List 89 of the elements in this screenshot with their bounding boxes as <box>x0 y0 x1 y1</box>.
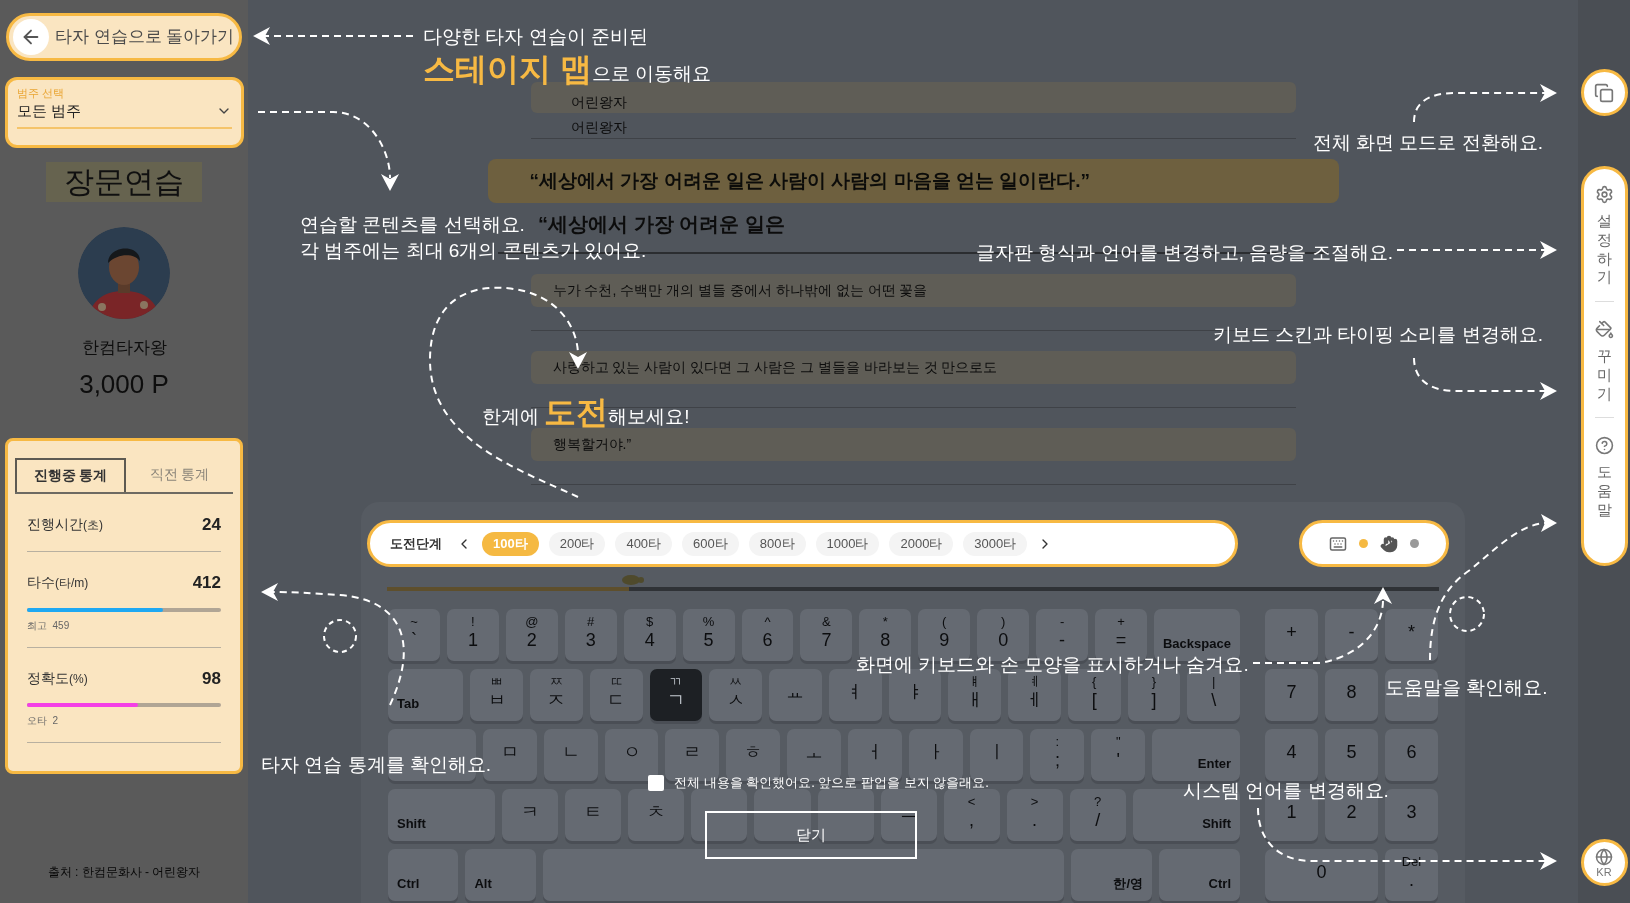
keyboard-key: % 5 <box>682 609 735 661</box>
stat-value: 98 <box>202 667 221 690</box>
keyboard-key: $ 4 <box>623 609 676 661</box>
keyboard-key: ㅃ ㅂ <box>470 669 524 721</box>
keyboard-key: ㅋ <box>502 789 559 841</box>
keyboard-key: Shift <box>388 789 496 841</box>
user-name: 한컴타자왕 <box>81 337 167 359</box>
challenge-step[interactable]: 2000타 <box>889 531 954 556</box>
guide-text: 연습할 콘텐츠를 선택해요. <box>300 213 525 237</box>
keyboard-icon[interactable] <box>1329 534 1347 553</box>
stat-label: 정확도(%) <box>27 668 88 688</box>
user-points: 3,000 P <box>79 367 169 401</box>
side-menu-item[interactable]: 도움말 <box>1594 436 1614 520</box>
keyboard-key: ? / <box>1069 789 1126 841</box>
challenge-step[interactable]: 600타 <box>682 531 739 556</box>
keyboard-key: Ctrl <box>1159 849 1240 901</box>
keyboard-key: ㅆ ㅅ <box>709 669 763 721</box>
select-label: 범주 선택 <box>16 86 65 100</box>
source-credit: 출처 : 한컴문화사 - 어린왕자 <box>47 864 201 881</box>
keyboard-key: ㅉ ㅈ <box>530 669 583 721</box>
keyboard-key: # 3 <box>564 609 617 661</box>
hand-icon[interactable] <box>1380 534 1398 553</box>
keyboard-key: * <box>1385 609 1438 661</box>
keyboard-key: < , <box>943 789 1000 841</box>
keyboard-key: ㅊ <box>628 789 685 841</box>
challenge-step[interactable]: 1000타 <box>815 531 880 556</box>
keyboard-key: Tab <box>388 669 464 721</box>
back-button[interactable]: 타자 연습으로 돌아가기 <box>6 13 242 61</box>
side-menu-item[interactable]: 설정하기 <box>1594 185 1614 287</box>
side-menu-item[interactable]: 꾸미기 <box>1594 320 1614 404</box>
stat-label: 진행시간(초) <box>27 514 103 534</box>
paint-bucket-icon <box>1594 320 1614 339</box>
fullscreen-icon <box>1594 82 1614 103</box>
keyboard-key: Ctrl <box>388 849 459 901</box>
mode-title: 장문연습 <box>46 162 202 202</box>
keyboard-key: - <box>1325 609 1378 661</box>
stat-value: 412 <box>192 572 221 594</box>
stat-note: 최고 459 <box>27 618 71 633</box>
keyboard-key: ㄸ ㄷ <box>589 669 643 721</box>
guide-text: 키보드 스킨과 타이핑 소리를 변경해요. <box>1212 323 1543 347</box>
challenge-step[interactable]: 400타 <box>615 531 673 556</box>
keyboard-key: ~ ` <box>388 609 440 661</box>
keyboard-key: Enter <box>1152 729 1241 781</box>
keyboard-key: 8 <box>1325 669 1378 721</box>
keyboard-key: ㄲ ㄱ <box>649 669 703 721</box>
keyboard-key: ! 1 <box>446 609 499 661</box>
keyboard-key: 0 <box>1265 849 1378 901</box>
keyboard-key: ㅇ <box>604 729 659 781</box>
language-button[interactable]: KR <box>1580 839 1628 886</box>
challenge-label: 도전단계 <box>390 534 442 553</box>
keyboard-key: 7 <box>1265 669 1318 721</box>
keyboard-key: & 7 <box>800 609 853 661</box>
stat-label: 타수(타/m) <box>27 573 89 593</box>
stats-tab[interactable]: 진행중 통계 <box>15 457 126 492</box>
typed-text: 어린왕자 <box>570 119 627 135</box>
typed-text: “세상에서 가장 어려운 일은 <box>538 213 785 235</box>
guide-text: 한계에 도전해보세요! <box>482 393 690 431</box>
keyboard-key: " ' <box>1091 729 1146 781</box>
keyboard-key: > . <box>1006 789 1063 841</box>
stat-value: 24 <box>202 513 221 536</box>
help-icon <box>1594 436 1614 456</box>
globe-icon <box>1595 847 1613 866</box>
challenge-step[interactable]: 3000타 <box>963 531 1028 556</box>
challenge-step[interactable]: 200타 <box>548 531 606 556</box>
guide-text: 타자 연습 통계를 확인해요. <box>261 753 492 777</box>
keyboard-key: ㄴ <box>543 729 598 781</box>
keyboard-key: ^ 6 <box>741 609 794 661</box>
keyboard-key: 한/영 <box>1071 849 1153 901</box>
guide-text: 글자판 형식과 언어를 변경하고, 음량을 조절해요. <box>976 241 1393 265</box>
guide-text: 도움말을 확인해요. <box>1385 676 1548 700</box>
keyboard-key: ㅌ <box>565 789 622 841</box>
category-select[interactable]: 범주 선택 모든 범주 <box>4 77 244 148</box>
keyboard-key: 6 <box>1385 729 1438 781</box>
settings-icon <box>1594 185 1614 204</box>
keyboard-key: + <box>1265 609 1318 661</box>
stat-note: 오타 2 <box>27 714 60 728</box>
keyboard-key: @ 2 <box>505 609 558 661</box>
keyboard-key: 5 <box>1325 729 1378 781</box>
guide-text: 각 범주에는 최대 6개의 콘텐츠가 있어요. <box>300 239 647 263</box>
current-sentence: “세상에서 가장 어려운 일은 사람이 사람의 마음을 얻는 일이란다.” <box>487 159 1339 203</box>
fullscreen-button[interactable] <box>1580 69 1628 116</box>
keyboard-key: 4 <box>1265 729 1318 781</box>
guide-text: 다양한 타자 연습이 준비된 <box>423 25 648 49</box>
keyboard-key: : ; <box>1030 729 1085 781</box>
challenge-step[interactable]: 800타 <box>748 531 806 556</box>
keyboard-key: Alt <box>465 849 536 901</box>
keyboard-key: ㅛ <box>769 669 822 721</box>
select-value: 모든 범주 <box>16 101 81 121</box>
guide-text: 전체 화면 모드로 전환해요. <box>1312 131 1543 155</box>
